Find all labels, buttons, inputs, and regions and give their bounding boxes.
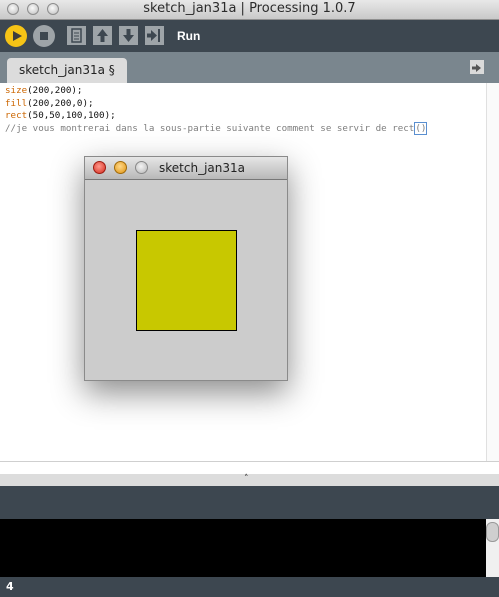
console-scroll-thumb[interactable]	[486, 522, 499, 542]
keyword: rect	[5, 110, 28, 121]
console[interactable]	[0, 519, 486, 577]
splitter-handle-icon[interactable]: ˄	[244, 474, 249, 484]
save-icon[interactable]	[119, 26, 138, 45]
code-comment: //je vous montrerai dans la sous-partie …	[5, 122, 415, 134]
run-label: Run	[177, 29, 201, 43]
line-number: 4	[6, 580, 14, 593]
message-area	[0, 486, 499, 519]
sketch-canvas[interactable]	[85, 180, 287, 380]
window-title: sketch_jan31a | Processing 1.0.7	[143, 1, 356, 16]
text-cursor-selection: ()	[414, 121, 428, 135]
run-button[interactable]	[5, 25, 27, 47]
status-bar: 4	[0, 577, 499, 597]
code-line-4: //je vous montrerai dans la sous-partie …	[5, 121, 428, 136]
close-sketch-icon[interactable]	[93, 161, 106, 174]
console-scrollbar[interactable]	[486, 519, 499, 577]
window-titlebar: sketch_jan31a | Processing 1.0.7	[0, 0, 499, 20]
toolbar	[0, 20, 499, 52]
open-icon[interactable]	[93, 26, 112, 45]
keyword: fill	[5, 97, 28, 109]
code-line-2: fill(200,200,0);	[5, 98, 94, 111]
stop-button[interactable]	[33, 25, 55, 47]
code-args: (200,200);	[27, 85, 83, 96]
pane-splitter[interactable]: ˄	[0, 474, 499, 486]
export-icon[interactable]	[145, 26, 164, 45]
zoom-sketch-icon[interactable]	[135, 161, 148, 174]
sketch-title: sketch_jan31a	[159, 161, 245, 175]
sketch-rectangle	[136, 230, 237, 331]
code-args: (50,50,100,100);	[27, 110, 116, 121]
editor-scrollbar[interactable]	[486, 83, 499, 461]
tab-menu-arrow-icon[interactable]	[470, 60, 484, 74]
keyword: size	[5, 85, 28, 96]
code-args: (200,200,0);	[27, 97, 94, 109]
code-line-3: rect(50,50,100,100);	[5, 110, 116, 123]
sketch-window[interactable]: sketch_jan31a	[84, 156, 288, 381]
tab-sketch[interactable]: sketch_jan31a §	[7, 58, 127, 83]
minimize-sketch-icon[interactable]	[114, 161, 127, 174]
tab-strip: sketch_jan31a §	[0, 52, 499, 83]
code-line-1: size(200,200);	[5, 85, 82, 98]
new-file-icon[interactable]	[67, 26, 86, 45]
sketch-titlebar[interactable]: sketch_jan31a	[85, 157, 287, 180]
